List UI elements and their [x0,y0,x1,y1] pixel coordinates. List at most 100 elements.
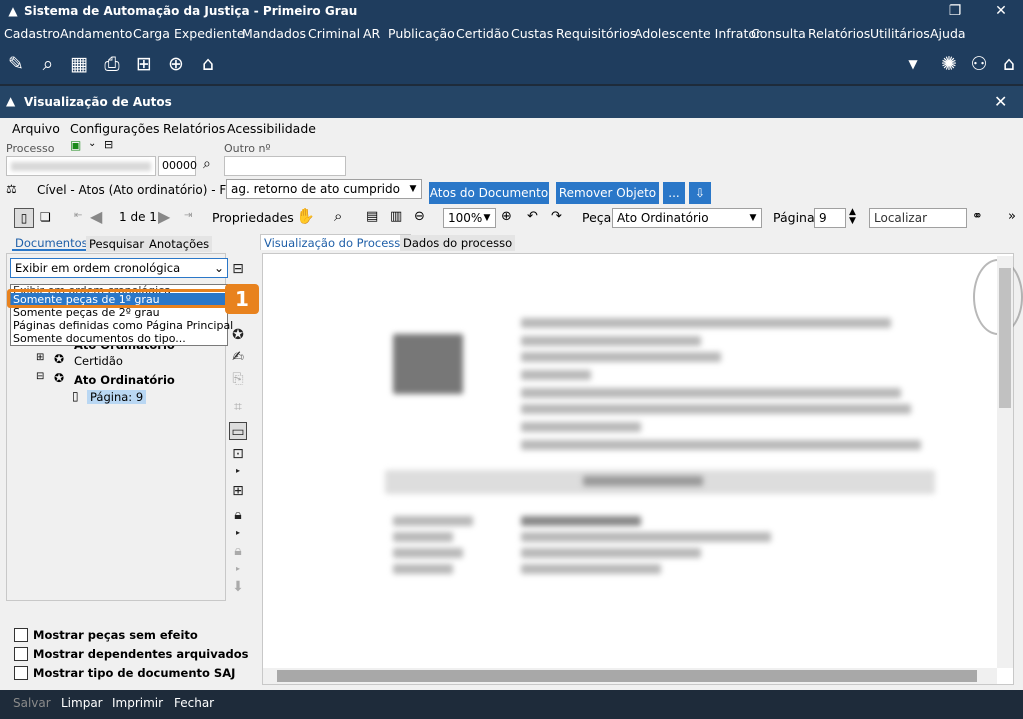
expand-arrow-icon[interactable]: ▸ [229,462,247,480]
pagina-spinner-icon[interactable]: ▲ ▼ [849,208,856,226]
certificate-tool-icon[interactable]: ✪ [229,326,247,344]
calendar-icon[interactable]: ▦ [66,51,92,77]
localizar-input[interactable]: Localizar [869,208,967,228]
tree-node-ato[interactable]: Ato Ordinatório [74,373,175,387]
option-pagina-principal[interactable]: Páginas definidas como Página Principal [13,319,233,332]
prev-page-icon[interactable]: ◀ [90,207,102,226]
search-icon[interactable]: ⌕ [203,156,211,172]
menu-arquivo[interactable]: Arquivo [12,121,60,136]
propriedades-button[interactable]: Propriedades [212,210,294,225]
fit-width-icon[interactable]: ▤ [366,209,378,224]
atos-documento-button[interactable]: Atos do Documento [429,182,549,204]
limpar-button[interactable]: Limpar [61,696,103,710]
menu-relatorios-panel[interactable]: Relatórios [163,121,225,136]
home-icon[interactable]: ⌂ [996,51,1022,77]
add-note-icon[interactable]: ⊞ [229,482,247,500]
document-viewer[interactable] [262,253,1023,685]
hand-tool-icon[interactable]: ✋ [296,207,315,225]
peca-select[interactable]: Ato Ordinatório ▼ [612,208,762,228]
checkbox-pecas-sem-efeito[interactable] [14,628,28,642]
remover-objeto-button[interactable]: Remover Objeto [556,182,659,204]
tree-view-icon[interactable]: ⊟ [229,260,247,278]
zoom-out-icon[interactable]: ⊖ [414,209,425,224]
close-window-icon[interactable]: ✕ [978,0,1023,22]
binoculars-icon[interactable]: ⚭ [972,209,983,224]
unlock-icon[interactable]: 🔒︎ [229,542,247,560]
chevron-down-icon[interactable]: ⌄ [88,138,96,149]
copy-page-icon[interactable]: ❏ [40,210,51,224]
menu-certidao[interactable]: Certidão [456,26,509,41]
copy-doc-icon[interactable]: ⎘ [229,370,247,388]
menu-cadastro[interactable]: Cadastro [4,26,60,41]
first-page-icon[interactable]: ⇤ [74,210,82,221]
checkbox-tipo-documento[interactable] [14,666,28,680]
menu-utilitarios[interactable]: Utilitários [870,26,930,41]
menu-configuracoes[interactable]: Configurações [70,121,160,136]
vertical-scrollbar[interactable] [997,256,1013,668]
menu-custas[interactable]: Custas [511,26,553,41]
menu-carga[interactable]: Carga [133,26,170,41]
hierarchy-icon[interactable]: ⊞ [131,51,157,77]
zoom-in-icon[interactable]: ⊕ [501,209,512,224]
download-icon[interactable]: ⬇ [229,578,247,596]
checkbox-dependentes-arquivados[interactable] [14,647,28,661]
tree-node-pagina[interactable]: Página: 9 [87,390,147,404]
note-icon[interactable]: ⊟ [104,138,113,151]
zoom-select[interactable]: 100% ▼ [443,208,496,228]
more-button[interactable]: ... [663,182,685,204]
expand-icon[interactable]: ⇩ [689,182,711,204]
option-tipo[interactable]: Somente documentos do tipo... [13,332,186,345]
sign-icon[interactable]: ✍ [229,348,247,366]
imprimir-button[interactable]: Imprimir [112,696,163,710]
menu-adolescente-infrator[interactable]: Adolescente Infrator [634,26,761,41]
menu-requisitorios[interactable]: Requisitórios [556,26,636,41]
next-page-icon[interactable]: ▶ [158,207,170,226]
restore-icon[interactable]: ❐ [932,0,978,22]
pagina-input[interactable]: 9 [814,208,846,228]
menu-consulta[interactable]: Consulta [751,26,806,41]
rotate-right-icon[interactable]: ↷ [551,209,562,224]
fechar-button[interactable]: Fechar [174,696,214,710]
list-tool-icon[interactable]: ⊡ [229,445,247,463]
outro-input[interactable] [224,156,346,176]
tab-visualizacao-processo[interactable]: Visualização do Processo [260,234,412,250]
expand-arrow-icon-2[interactable]: ▸ [229,524,247,542]
tab-dados-processo[interactable]: Dados do processo [400,235,516,251]
search-process-icon[interactable]: ⌕ [35,51,61,77]
collapse-node-icon[interactable]: ⊟ [36,371,44,382]
dropdown-icon[interactable]: ▼ [900,51,926,77]
horizontal-scrollbar[interactable] [263,668,997,684]
processo-input[interactable] [6,156,156,176]
tab-anotacoes[interactable]: Anotações [146,236,213,252]
menu-acessibilidade[interactable]: Acessibilidade [227,121,316,136]
salvar-button[interactable]: Salvar [13,696,51,710]
tab-documentos[interactable]: Documentos [12,235,91,251]
menu-publicacao[interactable]: Publicação [388,26,455,41]
tree-node-certidao[interactable]: Certidão [74,354,123,368]
new-folder-icon[interactable]: ⊕ [163,51,189,77]
menu-ajuda[interactable]: Ajuda [930,26,966,41]
fila-select[interactable]: ag. retorno de ato cumprido ▼ [226,179,422,199]
expand-node-icon[interactable]: ⊞ [36,352,44,363]
lock-icon[interactable]: 🔒︎ [229,506,247,524]
order-select[interactable]: Exibir em ordem cronológica ⌄ [10,258,228,278]
overflow-icon[interactable]: » [1008,209,1016,224]
print-icon[interactable]: ⎙ [99,51,125,77]
tag-icon[interactable]: ⌗ [229,398,247,416]
inbox-icon[interactable]: ⌂ [195,51,221,77]
edit-icon[interactable]: ✎ [3,51,29,77]
menu-mandados[interactable]: Mandados [242,26,306,41]
tab-pesquisar[interactable]: Pesquisar [86,236,148,252]
rotate-left-icon[interactable]: ↶ [527,209,538,224]
process-type-icon[interactable]: ▣ [70,138,81,152]
users-icon[interactable]: ⚇ [966,51,992,77]
zoom-tool-icon[interactable]: ⌕ [334,207,342,225]
fit-page-icon[interactable]: ▥ [390,209,402,224]
expand-arrow-icon-3[interactable]: ▸ [229,560,247,578]
single-page-icon[interactable]: ▯ [14,208,34,228]
note-tool-icon[interactable]: ▭ [229,422,247,440]
menu-relatorios[interactable]: Relatórios [808,26,870,41]
menu-andamento[interactable]: Andamento [60,26,132,41]
menu-expediente[interactable]: Expediente [174,26,245,41]
close-panel-icon[interactable]: ✕ [994,92,1007,111]
